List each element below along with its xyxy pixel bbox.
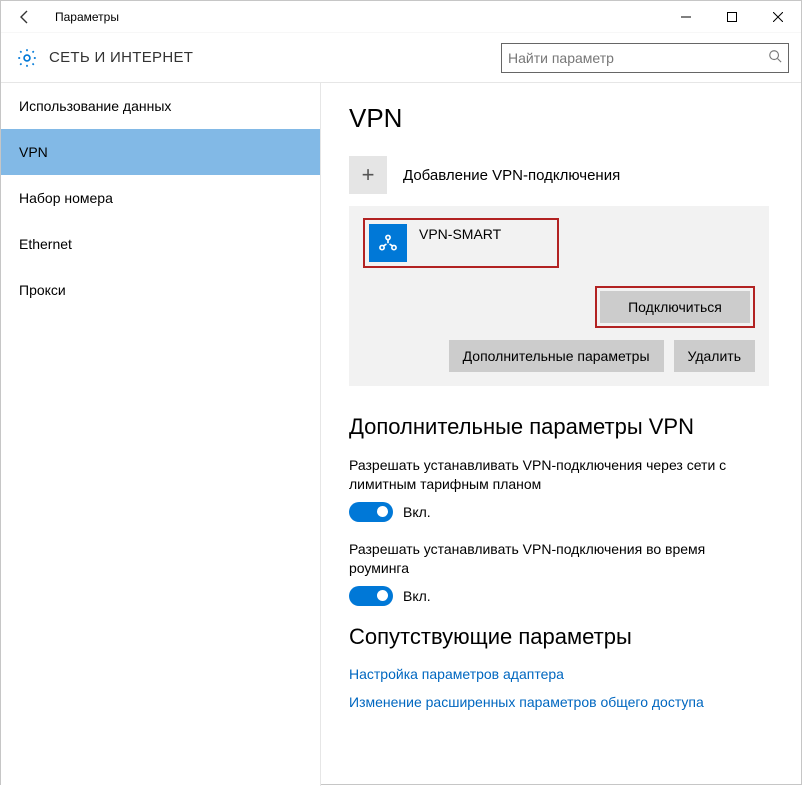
sidebar-item-label: Ethernet bbox=[19, 236, 72, 252]
delete-button[interactable]: Удалить bbox=[674, 340, 755, 372]
connect-button[interactable]: Подключиться bbox=[600, 291, 750, 323]
minimize-button[interactable] bbox=[663, 1, 709, 33]
plus-tile: + bbox=[349, 156, 387, 194]
setting-desc: Разрешать устанавливать VPN-подключения … bbox=[349, 456, 729, 494]
search-input[interactable] bbox=[508, 50, 768, 66]
sidebar-item-dialup[interactable]: Набор номера bbox=[1, 175, 320, 221]
vpn-connection-icon bbox=[369, 224, 407, 262]
toggle-label: Вкл. bbox=[403, 588, 431, 604]
link-advanced-sharing[interactable]: Изменение расширенных параметров общего … bbox=[349, 694, 777, 710]
related-title: Сопутствующие параметры bbox=[349, 624, 777, 650]
add-vpn-row[interactable]: + Добавление VPN-подключения bbox=[349, 156, 777, 194]
vpn-connection-card: VPN-SMART Подключиться Дополнительные па… bbox=[349, 206, 769, 386]
sidebar-item-label: Использование данных bbox=[19, 98, 171, 114]
window-title: Параметры bbox=[49, 10, 663, 24]
connect-button-highlight: Подключиться bbox=[595, 286, 755, 328]
advanced-vpn-title: Дополнительные параметры VPN bbox=[349, 414, 777, 440]
sidebar-item-ethernet[interactable]: Ethernet bbox=[1, 221, 320, 267]
page-title: VPN bbox=[349, 103, 777, 134]
setting-roaming: Разрешать устанавливать VPN-подключения … bbox=[349, 540, 777, 606]
section-title: СЕТЬ И ИНТЕРНЕТ bbox=[49, 49, 501, 66]
maximize-button[interactable] bbox=[709, 1, 755, 33]
sidebar-item-label: VPN bbox=[19, 144, 48, 160]
advanced-options-button[interactable]: Дополнительные параметры bbox=[449, 340, 664, 372]
toggle-metered[interactable] bbox=[349, 502, 393, 522]
sidebar-item-data-usage[interactable]: Использование данных bbox=[1, 83, 320, 129]
sidebar: Использование данных VPN Набор номера Et… bbox=[1, 83, 321, 786]
setting-desc: Разрешать устанавливать VPN-подключения … bbox=[349, 540, 729, 578]
sidebar-item-vpn[interactable]: VPN bbox=[1, 129, 320, 175]
vpn-connection-name: VPN-SMART bbox=[419, 224, 501, 242]
back-button[interactable] bbox=[1, 1, 49, 33]
sidebar-item-label: Набор номера bbox=[19, 190, 113, 206]
search-field[interactable] bbox=[501, 43, 789, 73]
vpn-connection-header[interactable]: VPN-SMART bbox=[363, 218, 559, 268]
sidebar-item-label: Прокси bbox=[19, 282, 66, 298]
setting-metered: Разрешать устанавливать VPN-подключения … bbox=[349, 456, 777, 522]
toggle-roaming[interactable] bbox=[349, 586, 393, 606]
settings-gear-icon bbox=[15, 46, 39, 70]
sidebar-item-proxy[interactable]: Прокси bbox=[1, 267, 320, 313]
header: СЕТЬ И ИНТЕРНЕТ bbox=[1, 33, 801, 83]
search-icon bbox=[768, 49, 782, 66]
toggle-label: Вкл. bbox=[403, 504, 431, 520]
link-adapter-settings[interactable]: Настройка параметров адаптера bbox=[349, 666, 777, 682]
close-button[interactable] bbox=[755, 1, 801, 33]
add-vpn-label: Добавление VPN-подключения bbox=[403, 167, 620, 184]
content-area: VPN + Добавление VPN-подключения VPN-SMA… bbox=[321, 83, 801, 786]
titlebar: Параметры bbox=[1, 1, 801, 33]
plus-icon: + bbox=[362, 162, 375, 188]
